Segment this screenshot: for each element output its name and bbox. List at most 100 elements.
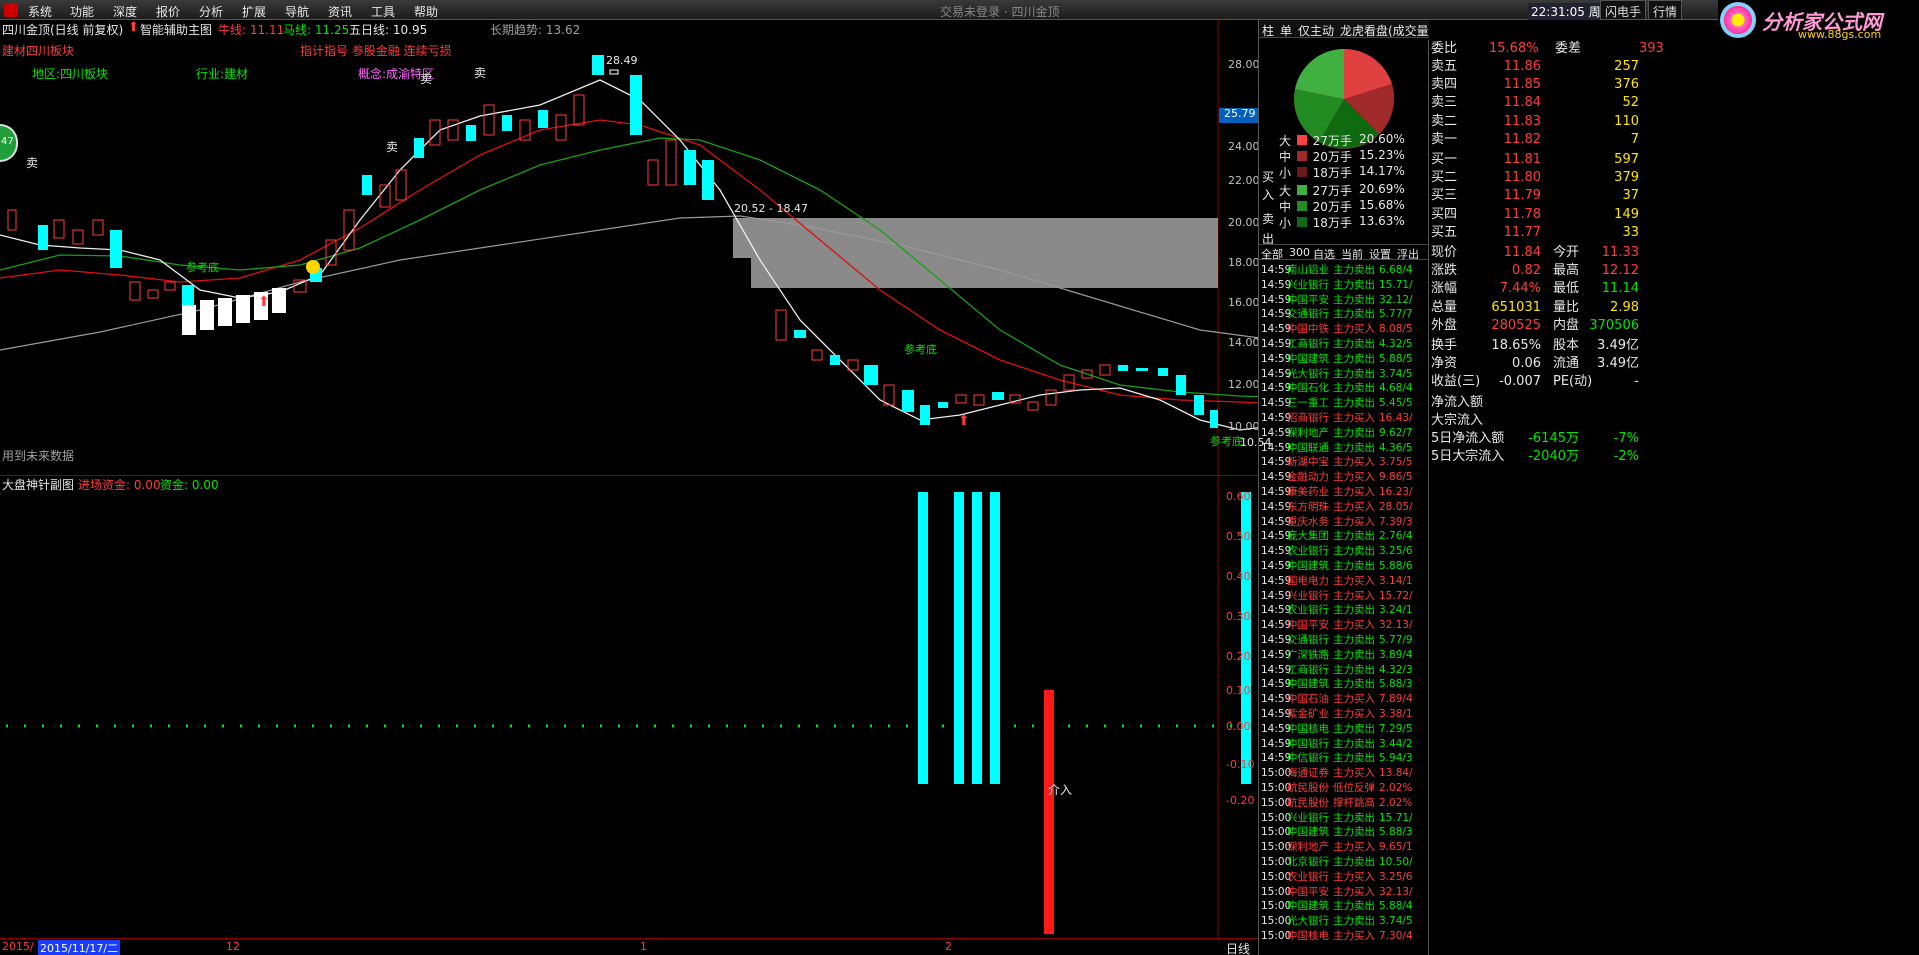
tab-single[interactable]: 单 — [1280, 22, 1292, 39]
trade-row[interactable]: 14:59中国建筑 主力卖出 5.88/6 — [1261, 560, 1429, 573]
trade-row[interactable]: 14:59三一重工 主力卖出 5.45/5 — [1261, 397, 1429, 410]
menu-item-info[interactable]: 资讯 — [328, 3, 352, 20]
menu-item-depth[interactable]: 深度 — [113, 3, 137, 20]
trade-row[interactable]: 14:59中信银行 主力卖出 5.94/3 — [1261, 752, 1429, 765]
trade-row[interactable]: 14:59中国银行 主力卖出 3.44/2 — [1261, 738, 1429, 751]
menu-item-extend[interactable]: 扩展 — [242, 3, 266, 20]
trade-row[interactable]: 14:59中国建筑 主力卖出 5.88/5 — [1261, 353, 1429, 366]
trade-stock: 东方明珠 — [1287, 500, 1329, 513]
menu-item-function[interactable]: 功能 — [70, 3, 94, 20]
trade-row[interactable]: 15:00保利地产 主力买入 9.65/1 — [1261, 841, 1429, 854]
trade-row[interactable]: 14:59中国核电 主力卖出 7.29/5 — [1261, 723, 1429, 736]
trade-price: 2.02% — [1379, 782, 1413, 794]
trade-action: 主力买入 — [1333, 323, 1375, 336]
trade-row[interactable]: 15:00海通证券 主力买入 13.84/ — [1261, 767, 1429, 780]
sub-y-tick: 0.30 — [1226, 610, 1251, 623]
menu-item-system[interactable]: 系统 — [28, 3, 52, 20]
trade-row[interactable]: 14:59庞大集团 主力卖出 2.76/4 — [1261, 530, 1429, 543]
trade-time: 14:59 — [1261, 293, 1292, 306]
trade-row[interactable]: 15:00光大银行 主力卖出 3.74/5 — [1261, 915, 1429, 928]
time-axis[interactable]: 2015/ 2015/11/17/二 12 1 2 3 日线 — [0, 938, 1258, 955]
trade-stock: 农业银行 — [1287, 604, 1329, 617]
trade-row[interactable]: 14:59工商银行 主力卖出 4.32/5 — [1261, 338, 1429, 351]
tab-bar[interactable]: 柱 — [1262, 22, 1274, 39]
trade-price: 3.89/4 — [1379, 648, 1413, 661]
trade-row[interactable]: 14:59金融动力 主力买入 9.86/5 — [1261, 471, 1429, 484]
trade-stock: 中国建筑 — [1287, 900, 1329, 913]
fund-bar — [972, 492, 982, 784]
ask-volume: 52 — [1622, 95, 1639, 111]
trade-row[interactable]: 15:00中国建筑 主力卖出 5.88/4 — [1261, 900, 1429, 913]
tab-dragon-tiger[interactable]: 龙虎看盘(成交量) — [1340, 22, 1429, 39]
trade-stock: 紫金矿业 — [1287, 708, 1329, 720]
trade-row[interactable]: 14:59兴业银行 主力卖出 15.71/ — [1261, 279, 1429, 292]
trade-row[interactable]: 14:59中国中铁 主力买入 8.08/5 — [1261, 323, 1429, 336]
trade-row[interactable]: 14:59农业银行 主力卖出 3.25/6 — [1261, 545, 1429, 558]
trade-row[interactable]: 14:59中国平安 主力卖出 32.12/ — [1261, 294, 1429, 307]
trade-row[interactable]: 14:59东方明珠 主力买入 28.05/ — [1261, 501, 1429, 514]
trade-row[interactable]: 15:00中国平安 主力买入 32.13/ — [1261, 886, 1429, 899]
trade-row[interactable]: 14:59交通银行 主力卖出 5.77/7 — [1261, 308, 1429, 321]
trade-row[interactable]: 14:59重庆水务 主力买入 7.39/3 — [1261, 516, 1429, 529]
trade-row[interactable]: 15:00北京银行 主力卖出 10.50/ — [1261, 856, 1429, 869]
trade-time: 14:59 — [1261, 515, 1292, 528]
trade-list[interactable]: 14:59南山铝业 主力卖出 6.68/4 14:59兴业银行 主力卖出 15.71/14… — [1259, 264, 1429, 955]
filter-all[interactable]: 全部 — [1261, 246, 1283, 262]
trade-row[interactable]: 14:59光大银行 主力卖出 3.74/5 — [1261, 368, 1429, 381]
trade-row[interactable]: 15:00中国核电 主力买入 7.30/4 — [1261, 930, 1429, 943]
trade-row[interactable]: 14:59工商银行 主力卖出 4.32/3 — [1261, 664, 1429, 677]
menu-item-analysis[interactable]: 分析 — [199, 3, 223, 20]
trade-row[interactable]: 14:59康美药业 主力买入 16.23/ — [1261, 486, 1429, 499]
filter-float[interactable]: 浮出 — [1397, 246, 1419, 262]
trade-row[interactable]: 14:59南山铝业 主力卖出 6.68/4 — [1261, 264, 1429, 277]
trade-row[interactable]: 14:59中国平安 主力买入 32.13/ — [1261, 619, 1429, 632]
sub-y-tick: -0.20 — [1226, 794, 1255, 807]
trade-row[interactable]: 15:00兴业银行 主力卖出 15.71/ — [1261, 812, 1429, 825]
trade-row[interactable]: 14:59交通银行 主力卖出 5.77/9 — [1261, 634, 1429, 647]
trade-time: 14:59 — [1261, 619, 1292, 632]
period-selector[interactable]: 日线 — [1226, 940, 1251, 955]
tab-market[interactable]: 行情 — [1648, 0, 1683, 20]
filter-watchlist[interactable]: 自选 — [1313, 246, 1335, 262]
trade-time: 14:59 — [1261, 308, 1292, 321]
menu-item-navigate[interactable]: 导航 — [285, 3, 309, 20]
filter-current[interactable]: 当前 — [1341, 246, 1363, 262]
trade-action: 主力买入 — [1333, 767, 1375, 780]
flower-logo-icon — [1720, 2, 1756, 38]
trade-time: 14:59 — [1261, 338, 1292, 350]
flow-label: 大宗流入 — [1431, 412, 1484, 428]
trade-row[interactable]: 14:59兴业银行 主力买入 15.72/ — [1261, 590, 1429, 603]
stat-value: - — [1634, 374, 1639, 390]
trade-row[interactable]: 14:59新湖中宝 主力买入 3.75/5 — [1261, 456, 1429, 469]
trade-row[interactable]: 14:59农业银行 主力卖出 3.24/1 — [1261, 604, 1429, 617]
trade-row[interactable]: 14:59中国建筑 主力卖出 5.88/3 — [1261, 678, 1429, 691]
trade-row[interactable]: 14:59中国石油 主力买入 7.89/4 — [1261, 693, 1429, 706]
tab-flash[interactable]: 闪电手 — [1600, 0, 1647, 20]
trade-row[interactable]: 14:59招商银行 主力买入 16.43/ — [1261, 412, 1429, 425]
tab-active-only[interactable]: 仅主动 — [1298, 22, 1334, 39]
trade-time: 14:59 — [1261, 722, 1292, 735]
filter-300[interactable]: 300 — [1289, 246, 1310, 259]
trade-row[interactable]: 14:59中国联通 主力卖出 4.36/5 — [1261, 442, 1429, 455]
menu-item-help[interactable]: 帮助 — [414, 3, 438, 20]
stat-label: 现价 — [1431, 245, 1458, 260]
stat-value: 0.06 — [1512, 356, 1541, 372]
trade-price: 4.32/5 — [1379, 338, 1413, 350]
trade-row[interactable]: 14:59保利地产 主力卖出 9.62/7 — [1261, 427, 1429, 440]
trade-price: 6.68/4 — [1379, 264, 1413, 276]
trade-row[interactable]: 15:00农业银行 主力买入 3.25/6 — [1261, 871, 1429, 884]
trade-row[interactable]: 15:00航民股份 撑杆跳高 2.02% — [1261, 797, 1429, 810]
trade-action: 主力卖出 — [1333, 648, 1375, 661]
trade-row[interactable]: 14:59紫金矿业 主力买入 3.38/1 — [1261, 708, 1429, 721]
main-chart[interactable]: 四川金顶(日线 前复权) ⬆ 智能辅助主图 牛线: 11.11 马线: 11.2… — [0, 20, 1272, 476]
sub-chart[interactable]: 大盘神针副图 进场资金: 0.00 资金: 0.00 介入 0.60 0.50 … — [0, 476, 1258, 938]
trade-row[interactable]: 14:59国电电力 主力买入 3.14/1 — [1261, 575, 1429, 588]
menu-item-tools[interactable]: 工具 — [371, 3, 395, 20]
filter-settings[interactable]: 设置 — [1369, 246, 1391, 262]
trade-row[interactable]: 15:00航民股份 低位反弹 2.02% — [1261, 782, 1429, 795]
trade-time: 14:59 — [1261, 323, 1292, 336]
trade-row[interactable]: 14:59广深铁路 主力卖出 3.89/4 — [1261, 649, 1429, 662]
trade-row[interactable]: 15:00中国建筑 主力卖出 5.88/3 — [1261, 826, 1429, 839]
trade-row[interactable]: 14:59中国石化 主力卖出 4.68/4 — [1261, 382, 1429, 395]
menu-item-quote[interactable]: 报价 — [156, 3, 180, 20]
